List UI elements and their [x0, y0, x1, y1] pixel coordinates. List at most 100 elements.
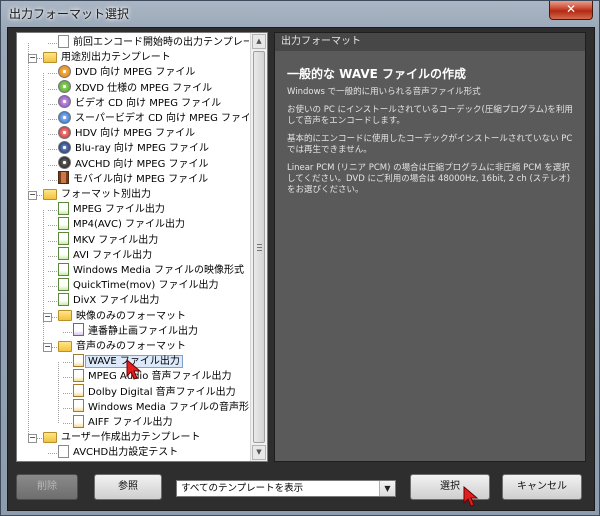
tree-item[interactable]: Blu-ray 向け MPEG ファイル — [58, 140, 210, 156]
tree-item-label: スーパービデオ CD 向け MPEG ファイル — [75, 113, 249, 124]
tree-item-label: 用途別出力テンプレート — [61, 52, 171, 64]
tree-connector — [48, 149, 57, 151]
tree-item-label: AIFF ファイル出力 — [88, 417, 173, 428]
collapse-toggle-icon[interactable]: − — [28, 54, 37, 64]
video-file-icon — [58, 262, 69, 276]
window-title: 出力フォーマット選択 — [9, 7, 130, 21]
tree-folder[interactable]: 映像のみのフォーマット — [58, 309, 186, 324]
collapse-toggle-icon[interactable]: − — [28, 434, 37, 444]
tree-item[interactable]: MPEG ファイル出力 — [58, 201, 165, 217]
collapse-toggle-icon[interactable]: − — [43, 312, 52, 322]
tree-item-label: AVCHD 向け MPEG ファイル — [75, 158, 209, 170]
collapse-toggle-icon[interactable]: − — [43, 343, 52, 352]
tree-connector — [48, 225, 57, 227]
svcd-disc-icon — [58, 110, 71, 124]
tree-item[interactable]: AIFF ファイル出力 — [73, 414, 173, 430]
mouse-cursor-icon — [463, 486, 479, 507]
cancel-button[interactable]: キャンセル — [502, 474, 582, 500]
tree-item[interactable]: Windows Media ファイルの音声形式 — [73, 399, 249, 415]
description-paragraph: Windows で一般的に用いられる音声ファイル形式 — [287, 87, 481, 97]
reference-button[interactable]: 参照 — [94, 474, 162, 500]
tree-item-label: ビデオ CD 向け MPEG ファイル — [75, 97, 222, 109]
tree-item-label: ユーザー作成出力テンプレート — [61, 432, 201, 444]
tree-item[interactable]: MKV ファイル出力 — [58, 232, 159, 248]
audio-file-icon — [73, 384, 84, 398]
tree-connector — [48, 240, 57, 242]
folder-icon — [58, 310, 72, 322]
tree-item[interactable]: 前回エンコード開始時の出力テンプレート — [58, 34, 249, 50]
tree-item-label: Windows Media ファイルの映像形式 — [73, 265, 245, 276]
tree-guide-line — [43, 210, 44, 347]
tree-connector — [48, 301, 57, 303]
tree-item[interactable]: DVD 向け MPEG ファイル — [58, 64, 195, 80]
tree-item[interactable]: 連番静止画ファイル出力 — [73, 323, 198, 339]
tree-folder[interactable]: 音声のみのフォーマット — [58, 339, 186, 354]
tree-connector — [48, 210, 57, 212]
folder-icon — [43, 188, 57, 200]
scroll-up-arrow-icon[interactable]: ▲ — [252, 34, 266, 49]
tree-connector — [63, 392, 72, 394]
audio-file-icon — [73, 414, 84, 428]
tree-item-label: MPEG ファイル出力 — [73, 204, 165, 216]
template-tree[interactable]: 前回エンコード開始時の出力テンプレート用途別出力テンプレート − DVD 向け MP… — [17, 33, 249, 461]
audio-file-icon — [73, 368, 84, 382]
tree-connector — [63, 407, 72, 409]
tree-item[interactable]: XDVD 仕様の MPEG ファイル — [58, 80, 212, 96]
folder-icon — [43, 51, 57, 63]
tree-connector — [48, 134, 57, 136]
tree-connector — [48, 43, 57, 44]
tree-item[interactable]: モバイル向け MPEG ファイル — [58, 171, 208, 187]
dialog-window: 出力フォーマット選択 ✕ 前回エンコード開始時の出力テンプレート用途別出力テンプ… — [0, 0, 600, 516]
tree-item[interactable]: Windows Media ファイルの映像形式 — [58, 262, 245, 278]
tree-item-label: 映像のみのフォーマット — [76, 310, 186, 322]
tree-scrollbar[interactable]: ▲ ▼ — [250, 33, 267, 461]
tree-folder[interactable]: 用途別出力テンプレート — [43, 50, 171, 65]
tree-folder[interactable]: フォーマット別出力 — [43, 187, 151, 202]
collapse-toggle-icon[interactable]: − — [28, 191, 37, 200]
template-filter-select[interactable]: すべてのテンプレートを表示 ▼ — [176, 480, 396, 497]
video-file-icon — [58, 292, 69, 306]
tree-item[interactable]: AVCHD出力設定テスト — [58, 444, 179, 460]
vcd-disc-icon — [58, 95, 71, 109]
tree-item[interactable]: QuickTime(mov) ファイル出力 — [58, 277, 219, 293]
tree-connector — [48, 453, 57, 455]
tree-item-label: 前回エンコード開始時の出力テンプレート — [73, 37, 249, 48]
close-button[interactable]: ✕ — [549, 1, 593, 20]
tree-item-label: MP4(AVC) ファイル出力 — [73, 219, 186, 231]
tree-item[interactable]: AVCHD 向け MPEG ファイル — [58, 156, 209, 172]
scroll-thumb[interactable] — [253, 51, 265, 443]
description-paragraph: 基本的にエンコードに使用したコーデックがインストールされていない PC では再生… — [287, 134, 573, 155]
tree-guide-line — [28, 43, 29, 439]
tree-item-label: MKV ファイル出力 — [73, 234, 159, 246]
video-file-icon — [58, 201, 69, 215]
video-file-icon — [58, 232, 69, 246]
tree-item-label: Blu-ray 向け MPEG ファイル — [75, 143, 210, 155]
tree-item-label: Dolby Digital 音声ファイル出力 — [88, 386, 236, 398]
tree-connector — [63, 362, 72, 364]
audio-file-icon — [73, 353, 84, 367]
tree-item[interactable]: MP4(AVC) ファイル出力 — [58, 216, 186, 232]
dialog-client-area: 前回エンコード開始時の出力テンプレート用途別出力テンプレート − DVD 向け MP… — [7, 27, 595, 511]
scroll-down-arrow-icon[interactable]: ▼ — [252, 445, 266, 460]
tree-folder[interactable]: ユーザー作成出力テンプレート — [43, 430, 201, 445]
tree-connector — [48, 271, 57, 272]
tree-connector — [48, 103, 57, 105]
folder-icon — [43, 431, 57, 443]
tree-item[interactable]: スーパービデオ CD 向け MPEG ファイル — [58, 110, 249, 126]
delete-button[interactable]: 削除 — [16, 474, 78, 500]
tree-item-label: AVCHD出力設定テスト — [73, 447, 179, 459]
tree-item[interactable]: HDV 向け MPEG ファイル — [58, 125, 195, 141]
tree-item[interactable]: DivX ファイル出力 — [58, 292, 159, 308]
tree-item[interactable]: AVI ファイル出力 — [58, 247, 152, 263]
description-header: 出力フォーマット — [275, 33, 585, 51]
hdv-disc-icon — [58, 125, 71, 139]
title-bar[interactable]: 出力フォーマット選択 ✕ — [1, 1, 599, 25]
tree-item[interactable]: MPEG Audio 音声ファイル出力 — [73, 368, 232, 384]
tree-item[interactable]: ビデオ CD 向け MPEG ファイル — [58, 95, 222, 111]
tree-connector — [48, 119, 57, 120]
tree-guide-line — [58, 362, 59, 423]
tree-item-label: 連番静止画ファイル出力 — [88, 325, 198, 337]
mouse-cursor-icon — [126, 359, 142, 380]
tree-item[interactable]: Dolby Digital 音声ファイル出力 — [73, 384, 236, 400]
chevron-down-icon[interactable]: ▼ — [379, 481, 395, 496]
